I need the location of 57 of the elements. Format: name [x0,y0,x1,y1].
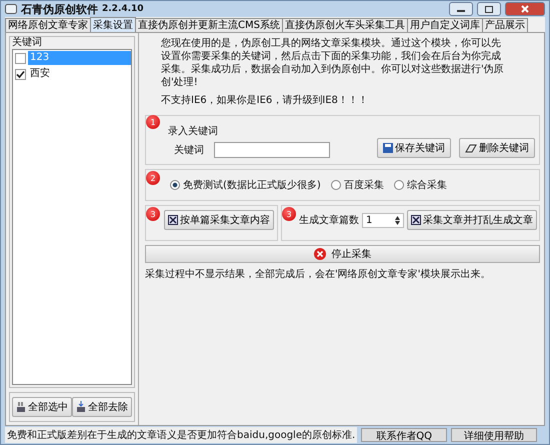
keyword-label: 西安 [29,67,51,81]
note-text: 采集过程中不显示结果，全部完成后，会在'网络原创文章专家'模块展示出来。 [145,268,492,281]
keyword-button[interactable]: 保存关键词 [377,138,451,158]
count-spinner[interactable]: 1 [362,212,404,228]
tab[interactable]: 直接伪原创火车头采集工具 [282,18,408,32]
collect-single-button[interactable]: 按单篇采集文章内容 [164,210,274,230]
minimize-button[interactable] [449,2,473,16]
tab[interactable]: 网络原创文章专家 [5,18,91,32]
keyword-label: 123 [28,51,131,65]
keyword-item[interactable]: 西安 [13,66,131,82]
field-label: 生成文章篇数 [299,214,359,227]
radio-button[interactable] [170,180,180,190]
select-all-icon [16,401,26,413]
intro-text: 您现在使用的是，伪原创工具的网络文章采集模块。通过这个模块，你可以先设置你需要采集的关键词，然后点击下面的采集功能，我们会在后台为你完成采集。采集成功后，数据会自动加入到伪原创中。你可以对这些数据进行'伪原创'处理! [160,37,505,89]
step-badge: 3 [146,207,160,221]
radio-button[interactable] [394,180,404,190]
step-badge: 3 [282,207,296,221]
warning-text: 不支持IE6，如果你是IE6，请升级到IE8！！！ [160,94,369,107]
radio-option[interactable]: 百度采集 [330,178,384,192]
keyword-button[interactable]: 删除关键词 [459,138,535,158]
window-version: 2.2.4.10 [102,4,144,14]
group-title: 关键词 [12,36,43,49]
spinner-arrows-icon[interactable] [395,216,400,224]
status-text: 免费和正式版差别在于生成的文章语义是否更加符合baidu,google的原创标准. [5,427,358,443]
collect-generate-button[interactable]: 采集文章并打乱生成文章 [407,210,537,230]
radio-option[interactable]: 免费测试(数据比正式版少很多) [170,178,321,192]
radio-option[interactable]: 综合采集 [394,178,447,192]
checkbox-icon [411,215,421,225]
close-button[interactable] [505,2,545,16]
tab[interactable]: 用户自定义词库 [406,18,483,32]
eraser-icon [465,144,477,152]
down-arrow-icon [76,401,86,413]
spinner-value: 1 [366,214,372,226]
stop-button[interactable]: 停止采集 [145,245,540,263]
checkbox[interactable] [15,52,26,64]
stop-icon [314,248,326,260]
radio-button[interactable] [330,180,341,190]
field-label: 关键词 [174,144,204,157]
checkbox-icon [168,215,178,225]
window-title: 石青伪原创软件 [21,2,98,16]
app-icon [5,4,17,14]
maximize-button[interactable] [477,2,501,16]
keyword-action-button[interactable]: 全部选中 [12,397,72,417]
step-badge: 1 [146,115,160,129]
tab[interactable]: 产品展示 [482,18,528,32]
step-title: 录入关键词 [167,124,219,138]
close-icon [521,5,529,13]
save-icon [383,143,393,153]
maximize-icon [485,6,493,12]
status-button[interactable]: 联系作者QQ [361,428,448,442]
checkbox[interactable] [15,68,26,80]
tab[interactable]: 直接伪原创并更新主流CMS系统 [135,18,283,32]
status-button[interactable]: 详细使用帮助 [451,428,537,442]
keyword-input[interactable] [214,142,330,158]
step-badge: 2 [146,171,160,185]
tab[interactable]: 采集设置 [90,17,136,32]
keyword-action-button[interactable]: 全部去除 [72,397,132,417]
